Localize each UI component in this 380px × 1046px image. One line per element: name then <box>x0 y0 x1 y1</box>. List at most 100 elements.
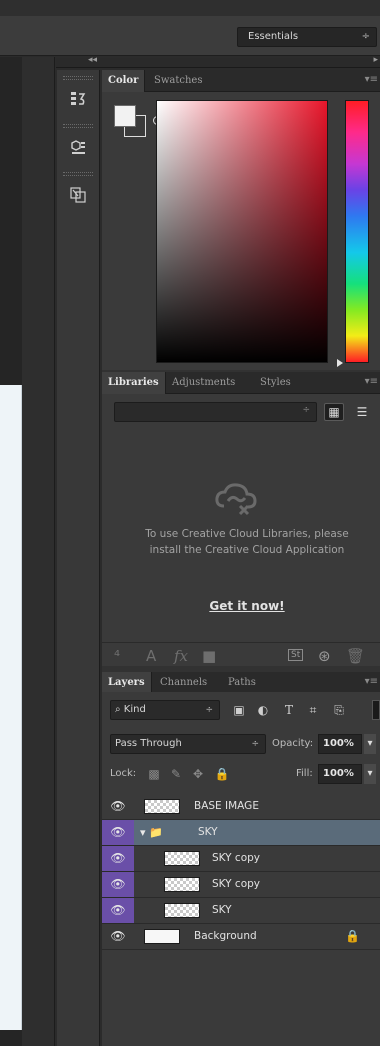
opacity-dropdown-icon[interactable]: ▾ <box>364 734 376 754</box>
add-graphic-icon[interactable]: ⁴ <box>114 647 120 665</box>
libraries-message: To use Creative Cloud Libraries, please … <box>145 528 349 556</box>
sync-status-icon[interactable]: ⊛ <box>318 647 331 665</box>
opacity-field[interactable]: 100% <box>318 734 362 754</box>
lock-all-icon[interactable]: 🔒 <box>214 766 230 782</box>
layer-thumbnail <box>144 929 180 944</box>
layer-thumbnail <box>164 851 200 866</box>
layer-row[interactable]: 👁 SKY <box>102 898 380 924</box>
fill-label: Fill: <box>296 768 313 779</box>
tab-libraries[interactable]: Libraries <box>102 372 166 394</box>
layer-name: SKY <box>198 826 218 838</box>
layer-row[interactable]: 👁 SKY copy <box>102 872 380 898</box>
folder-expanded-icon[interactable]: ▾ 📁 <box>140 820 163 845</box>
fill-dropdown-icon[interactable]: ▾ <box>364 764 376 784</box>
tab-channels[interactable]: Channels <box>154 672 213 694</box>
panel-menu-icon[interactable]: ▾≡ <box>365 376 378 387</box>
saturation-brightness-field[interactable] <box>156 100 328 363</box>
eye-icon[interactable]: 👁 <box>102 898 134 923</box>
kind-label: Kind <box>123 704 146 715</box>
color-panel-tabs: Color Swatches ▾≡ <box>102 70 380 92</box>
lock-position-icon[interactable]: ✥ <box>190 766 206 782</box>
library-select[interactable]: ÷ <box>114 402 317 422</box>
layer-name: Background <box>194 930 257 942</box>
add-character-style-icon[interactable]: A <box>146 647 156 665</box>
tab-swatches[interactable]: Swatches <box>148 70 208 92</box>
grip-handle[interactable] <box>63 124 93 128</box>
opacity-label: Opacity: <box>272 738 314 749</box>
layer-group-row[interactable]: 👁 ▾ 📁 SKY <box>102 820 380 846</box>
eye-icon[interactable]: 👁 <box>102 924 134 949</box>
libraries-panel-tabs: Libraries Adjustments Styles ▾≡ <box>102 372 380 394</box>
layer-name: SKY copy <box>212 878 261 890</box>
filter-toggle[interactable] <box>372 700 380 720</box>
grip-handle[interactable] <box>63 76 93 80</box>
add-layer-style-icon[interactable]: fx <box>174 647 188 665</box>
chevron-updown-icon: ÷ <box>251 739 259 749</box>
layer-filter-select[interactable]: ⌕ Kind ÷ <box>110 700 220 720</box>
eye-icon[interactable]: 👁 <box>102 872 134 897</box>
libraries-footer: ⁴ A fx ■ St ⊛ 🗑 <box>102 642 380 666</box>
history-icon[interactable] <box>64 86 92 112</box>
pixel-layer-filter-icon[interactable]: ▣ <box>230 700 248 720</box>
list-view-icon[interactable]: ☰ <box>352 403 372 421</box>
layer-row[interactable]: 👁 BASE IMAGE <box>102 794 380 820</box>
collapse-right-icon[interactable]: ▸ <box>373 55 378 65</box>
hue-slider[interactable] <box>345 100 369 363</box>
tab-paths[interactable]: Paths <box>222 672 262 694</box>
lock-label: Lock: <box>110 768 137 779</box>
panels-dock: Color Swatches ▾≡ Libraries Adjustments … <box>102 70 380 1046</box>
options-bar: Essentials ÷ <box>0 0 380 56</box>
fill-field[interactable]: 100% <box>318 764 362 784</box>
blend-mode-select[interactable]: Pass Through ÷ <box>110 734 266 754</box>
lock-icon: 🔒 <box>345 929 360 943</box>
creative-cloud-icon <box>215 483 257 516</box>
document-canvas[interactable] <box>0 385 22 1030</box>
search-icon: ⌕ <box>115 704 121 715</box>
layer-thumbnail <box>144 799 180 814</box>
type-layer-filter-icon[interactable]: T <box>280 700 298 720</box>
glyphs-icon[interactable] <box>64 182 92 208</box>
tab-layers[interactable]: Layers <box>102 672 152 694</box>
get-it-now-link[interactable]: Get it now! <box>132 599 362 613</box>
collapse-left-icon[interactable]: ◂◂ <box>88 55 97 65</box>
panel-icon-strip <box>57 70 100 1046</box>
properties-icon[interactable] <box>64 134 92 160</box>
eye-icon[interactable]: 👁 <box>102 794 134 819</box>
layer-list: 👁 BASE IMAGE 👁 ▾ 📁 SKY 👁 SKY copy 👁 SKY … <box>102 794 380 950</box>
chevron-updown-icon: ÷ <box>361 31 370 42</box>
layer-row[interactable]: 👁 SKY copy <box>102 846 380 872</box>
eye-icon[interactable]: 👁 <box>102 846 134 871</box>
menu-strip <box>0 0 380 16</box>
trash-icon[interactable]: 🗑 <box>346 647 365 665</box>
dock-header: ◂◂ ▸ <box>56 55 380 68</box>
panel-menu-icon[interactable]: ▾≡ <box>365 676 378 687</box>
tab-styles[interactable]: Styles <box>254 372 297 394</box>
pasteboard <box>22 57 55 1046</box>
chevron-updown-icon: ÷ <box>205 705 213 715</box>
lock-transparent-pixels-icon[interactable]: ▩ <box>146 766 162 782</box>
workspace-select[interactable]: Essentials ÷ <box>237 27 377 47</box>
layers-panel-tabs: Layers Channels Paths ▾≡ <box>102 672 380 694</box>
lock-image-pixels-icon[interactable]: ✎ <box>168 766 184 782</box>
foreground-color-swatch[interactable] <box>114 105 136 127</box>
blend-mode-label: Pass Through <box>115 738 182 749</box>
add-color-icon[interactable]: ■ <box>202 647 216 665</box>
eye-icon[interactable]: 👁 <box>102 820 134 845</box>
adjustment-layer-filter-icon[interactable]: ◐ <box>254 700 272 720</box>
grid-view-icon[interactable]: ▦ <box>324 403 344 421</box>
adobe-stock-icon[interactable]: St <box>288 649 304 661</box>
tab-adjustments[interactable]: Adjustments <box>166 372 241 394</box>
libraries-panel: ÷ ▦ ☰ To use Creative Cloud Libraries, p… <box>102 394 380 666</box>
workspace-label: Essentials <box>248 31 299 42</box>
layer-name: SKY copy <box>212 852 261 864</box>
layer-thumbnail <box>164 903 200 918</box>
panel-menu-icon[interactable]: ▾≡ <box>365 74 378 85</box>
layer-name: SKY <box>212 904 232 916</box>
smart-object-filter-icon[interactable]: ⎘ <box>330 700 348 720</box>
grip-handle[interactable] <box>63 172 93 176</box>
color-panel <box>102 92 380 370</box>
layer-row[interactable]: 👁 Background 🔒 <box>102 924 380 950</box>
hue-slider-marker[interactable] <box>337 359 343 367</box>
shape-layer-filter-icon[interactable]: ⌗ <box>304 700 322 720</box>
tab-color[interactable]: Color <box>102 70 146 92</box>
